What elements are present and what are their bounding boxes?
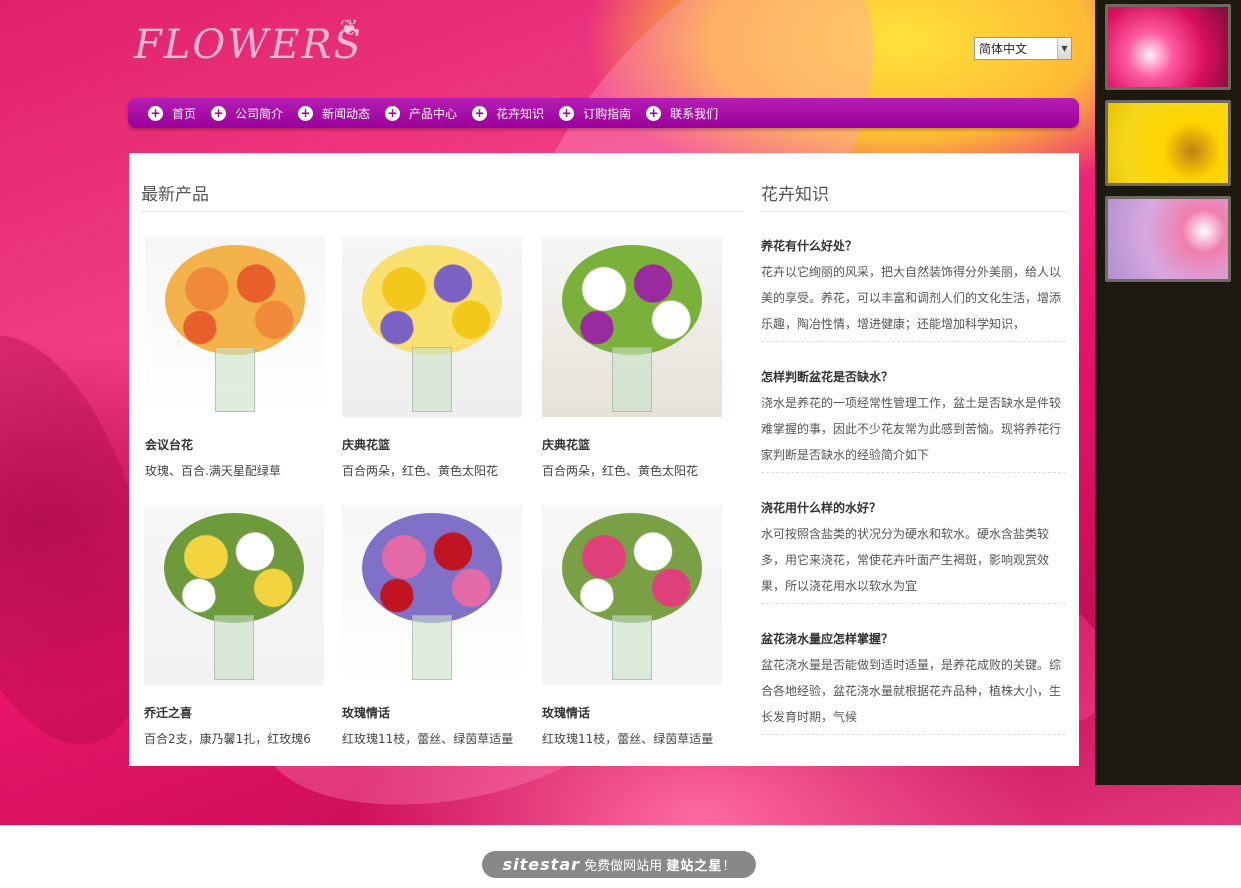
plus-icon: + <box>646 105 662 121</box>
nav-item-label: 首页 <box>172 106 197 121</box>
footer-badge[interactable]: sitestar 免费做网站用 建站之星！ <box>482 851 756 878</box>
article-divider <box>761 734 1066 735</box>
product-name[interactable]: 玫瑰情话 <box>542 704 722 721</box>
product-name[interactable]: 庆典花篮 <box>342 436 522 453</box>
latest-products-title: 最新产品 <box>141 185 209 205</box>
logo-sprig-icon: ❦ <box>340 16 359 41</box>
article-title[interactable]: 浇花用什么样的水好？ <box>761 499 1066 516</box>
footer-text: 免费做网站用 <box>584 859 663 874</box>
article-title[interactable]: 养花有什么好处？ <box>761 237 1066 254</box>
nav-item-label: 公司简介 <box>235 106 284 121</box>
main-navigation: + 首页 + 公司简介 + 新闻动态 + 产品中心 + 花卉知识 + 订购指南 + 联系我们 <box>128 98 1079 128</box>
knowledge-article: 浇花用什么样的水好？ 水可按照含盐类的状况分为硬水和软水。硬水含盐类较多，用它来浇… <box>761 499 1066 604</box>
article-divider <box>761 603 1066 604</box>
background-thumbnail-yellow[interactable] <box>1105 100 1231 186</box>
footer-highlight: 建站之星 <box>666 859 723 874</box>
background-thumbnail-purple[interactable] <box>1105 196 1231 282</box>
article-title[interactable]: 怎样判断盆花是否缺水？ <box>761 368 1066 385</box>
background-thumbnail-pink[interactable] <box>1105 4 1231 90</box>
chevron-down-icon[interactable]: ▼ <box>1057 38 1071 59</box>
plus-icon: + <box>211 105 227 121</box>
nav-item-label: 联系我们 <box>670 106 719 121</box>
product-image[interactable] <box>342 505 522 685</box>
product-description: 玫瑰、百合.满天星配绿草 <box>145 464 281 478</box>
product-image[interactable] <box>144 505 324 685</box>
product-name[interactable]: 乔迁之喜 <box>144 704 324 721</box>
footer-brand: sitestar <box>502 855 581 874</box>
product-name[interactable]: 玫瑰情话 <box>342 704 522 721</box>
nav-item-label: 产品中心 <box>409 106 458 121</box>
knowledge-article: 怎样判断盆花是否缺水？ 浇水是养花的一项经常性管理工作，盆土是否缺水是件较难掌握的… <box>761 368 1066 473</box>
nav-item[interactable]: + 新闻动态 <box>298 105 370 122</box>
nav-item-label: 花卉知识 <box>496 106 545 121</box>
language-select-value: 简体中文 <box>979 42 1028 56</box>
product-name[interactable]: 会议台花 <box>145 436 325 453</box>
product-card[interactable]: 玫瑰情话红玫瑰11枝，蕾丝、绿茵草适量 <box>542 505 722 747</box>
product-image[interactable] <box>342 237 522 417</box>
divider <box>761 211 1067 212</box>
plus-icon: + <box>298 105 314 121</box>
flower-knowledge-title: 花卉知识 <box>761 185 829 205</box>
nav-item[interactable]: + 首页 <box>148 105 196 122</box>
nav-item-label: 订购指南 <box>583 106 632 121</box>
plus-icon: + <box>472 105 488 121</box>
product-name[interactable]: 庆典花篮 <box>542 436 722 453</box>
product-description: 红玫瑰11枝，蕾丝、绿茵草适量 <box>342 732 514 746</box>
nav-item[interactable]: + 公司简介 <box>211 105 283 122</box>
footer-end: ！ <box>722 859 736 874</box>
site-logo[interactable]: FLOWERS <box>134 22 363 68</box>
product-card[interactable]: 玫瑰情话红玫瑰11枝，蕾丝、绿茵草适量 <box>342 505 522 747</box>
knowledge-article: 养花有什么好处？ 花卉以它绚丽的风采，把大自然装饰得分外美丽，给人以美的享受。养花… <box>761 237 1066 342</box>
knowledge-article: 盆花浇水量应怎样掌握？ 盆花浇水量是否能做到适时适量，是养花成败的关键。综合各地经… <box>761 630 1066 735</box>
product-description: 百合2支，康乃馨1扎，红玫瑰6 <box>144 732 311 746</box>
product-description: 百合两朵，红色、黄色太阳花 <box>542 464 699 478</box>
plus-icon: + <box>385 105 401 121</box>
nav-item[interactable]: + 联系我们 <box>646 105 718 122</box>
nav-item[interactable]: + 花卉知识 <box>472 105 544 122</box>
nav-item[interactable]: + 订购指南 <box>559 105 631 122</box>
product-card[interactable]: 庆典花篮百合两朵，红色、黄色太阳花 <box>342 237 522 479</box>
plus-icon: + <box>148 105 163 121</box>
nav-item[interactable]: + 产品中心 <box>385 105 457 122</box>
article-summary: 花卉以它绚丽的风采，把大自然装饰得分外美丽，给人以美的享受。养花，可以丰富和调剂… <box>761 265 1062 331</box>
nav-item-label: 新闻动态 <box>322 106 371 121</box>
product-card[interactable]: 乔迁之喜百合2支，康乃馨1扎，红玫瑰6 <box>144 505 324 747</box>
product-image[interactable] <box>145 237 325 417</box>
product-card[interactable]: 庆典花篮百合两朵，红色、黄色太阳花 <box>542 237 722 479</box>
article-divider <box>761 472 1066 473</box>
article-summary: 浇水是养花的一项经常性管理工作，盆土是否缺水是件较难掌握的事，因此不少花友常为此… <box>761 396 1062 462</box>
language-select[interactable]: 简体中文 ▼ <box>974 37 1072 60</box>
product-card[interactable]: 会议台花玫瑰、百合.满天星配绿草 <box>145 237 325 479</box>
divider <box>141 211 744 212</box>
article-title[interactable]: 盆花浇水量应怎样掌握？ <box>761 630 1066 647</box>
product-description: 红玫瑰11枝，蕾丝、绿茵草适量 <box>542 732 714 746</box>
product-image[interactable] <box>542 505 722 685</box>
article-summary: 水可按照含盐类的状况分为硬水和软水。硬水含盐类较多，用它来浇花，常使花卉叶面产生… <box>761 527 1050 593</box>
article-summary: 盆花浇水量是否能做到适时适量，是养花成败的关键。综合各地经验，盆花浇水量就根据花… <box>761 658 1062 724</box>
article-divider <box>761 341 1066 342</box>
product-description: 百合两朵，红色、黄色太阳花 <box>342 464 499 478</box>
product-image[interactable] <box>542 237 722 417</box>
plus-icon: + <box>559 105 575 121</box>
